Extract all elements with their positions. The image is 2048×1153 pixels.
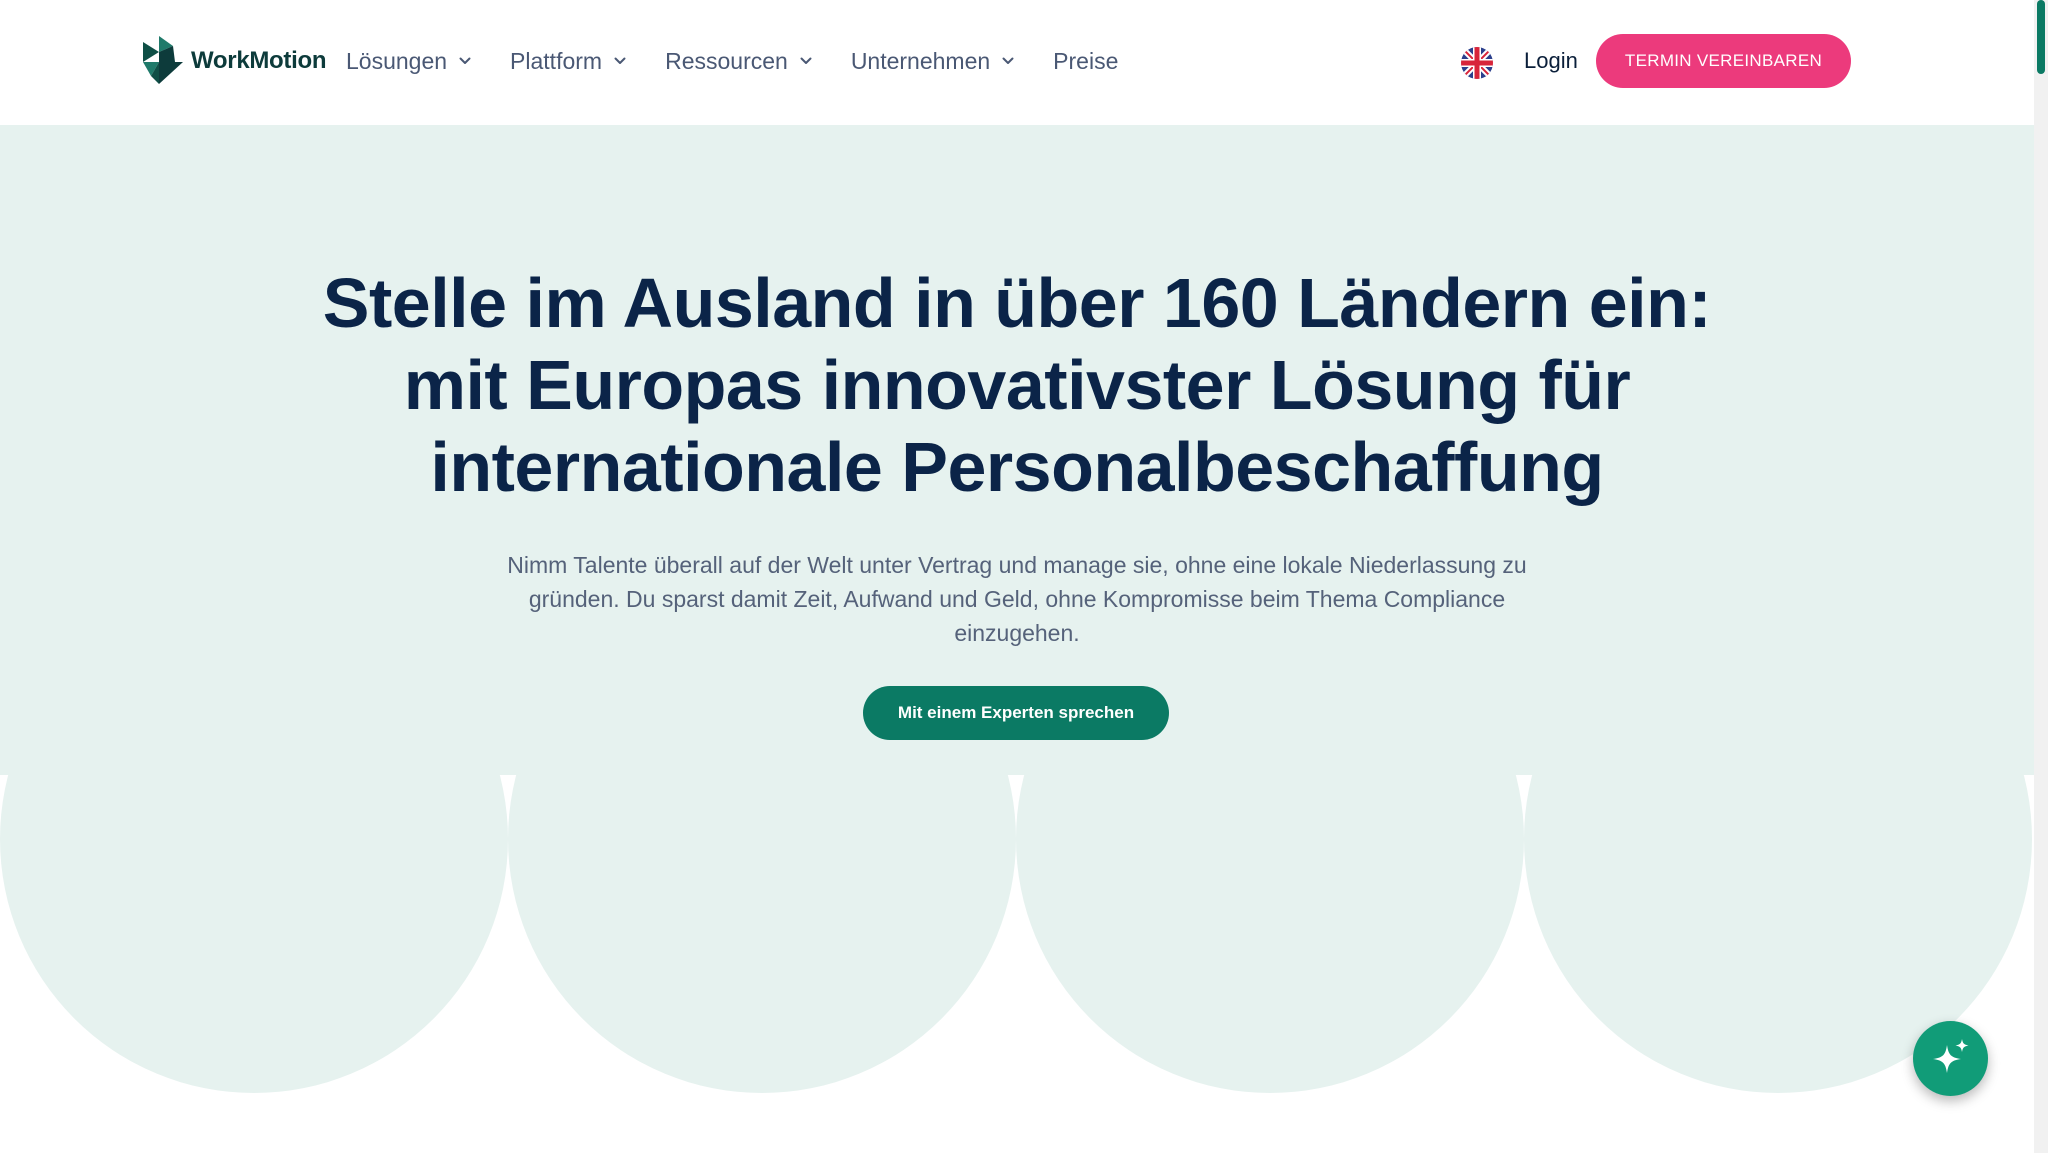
nav-item-plattform[interactable]: Plattform xyxy=(510,48,626,75)
workmotion-logo[interactable]: WorkMotion xyxy=(139,36,327,86)
nav-item-label: Preise xyxy=(1053,47,1119,74)
language-switcher[interactable] xyxy=(1461,47,1493,79)
chevron-down-icon xyxy=(1002,57,1014,64)
nav-item-label: Lösungen xyxy=(346,47,448,74)
site-header: WorkMotion Lösungen Plattform Ressourcen… xyxy=(0,0,2034,125)
book-appointment-button[interactable]: TERMIN VEREINBAREN xyxy=(1596,34,1851,88)
workmotion-logo-icon xyxy=(143,36,183,84)
hero-subtitle: Nimm Talente überall auf der Welt unter … xyxy=(507,552,1527,646)
nav-item-preise[interactable]: Preise xyxy=(1053,48,1118,75)
chevron-down-icon xyxy=(800,57,812,64)
sparkle-icon xyxy=(1932,1038,1968,1073)
chevron-down-icon xyxy=(614,57,626,64)
login-link[interactable]: Login xyxy=(1524,48,1578,74)
logo-text: WorkMotion xyxy=(191,47,327,74)
nav-item-label: Unternehmen xyxy=(850,47,991,74)
hero-title: Stelle im Ausland in über 160 Ländern ei… xyxy=(0,262,2034,508)
nav-item-label: Plattform xyxy=(510,47,603,74)
nav-item-label: Ressourcen xyxy=(665,47,788,74)
page-scrollbar[interactable] xyxy=(2034,0,2048,1153)
talk-to-expert-button[interactable]: Mit einem Experten sprechen xyxy=(863,686,1169,740)
hero-title-line: mit Europas innovativster Lösung für xyxy=(403,346,1631,424)
hero-title-line: internationale Personalbeschaffung xyxy=(430,428,1604,506)
hero-title-line: Stelle im Ausland in über 160 Ländern ei… xyxy=(322,264,1712,342)
uk-flag-icon xyxy=(1461,47,1493,79)
nav-item-loesungen[interactable]: Lösungen xyxy=(346,48,471,75)
ai-assistant-button[interactable] xyxy=(1913,1021,1988,1096)
nav-item-ressourcen[interactable]: Ressourcen xyxy=(665,48,812,75)
nav-item-unternehmen[interactable]: Unternehmen xyxy=(851,48,1014,75)
main-nav: Lösungen Plattform Ressourcen Unternehme… xyxy=(346,41,1157,81)
chevron-down-icon xyxy=(459,57,471,64)
scrollbar-thumb[interactable] xyxy=(2037,0,2045,74)
